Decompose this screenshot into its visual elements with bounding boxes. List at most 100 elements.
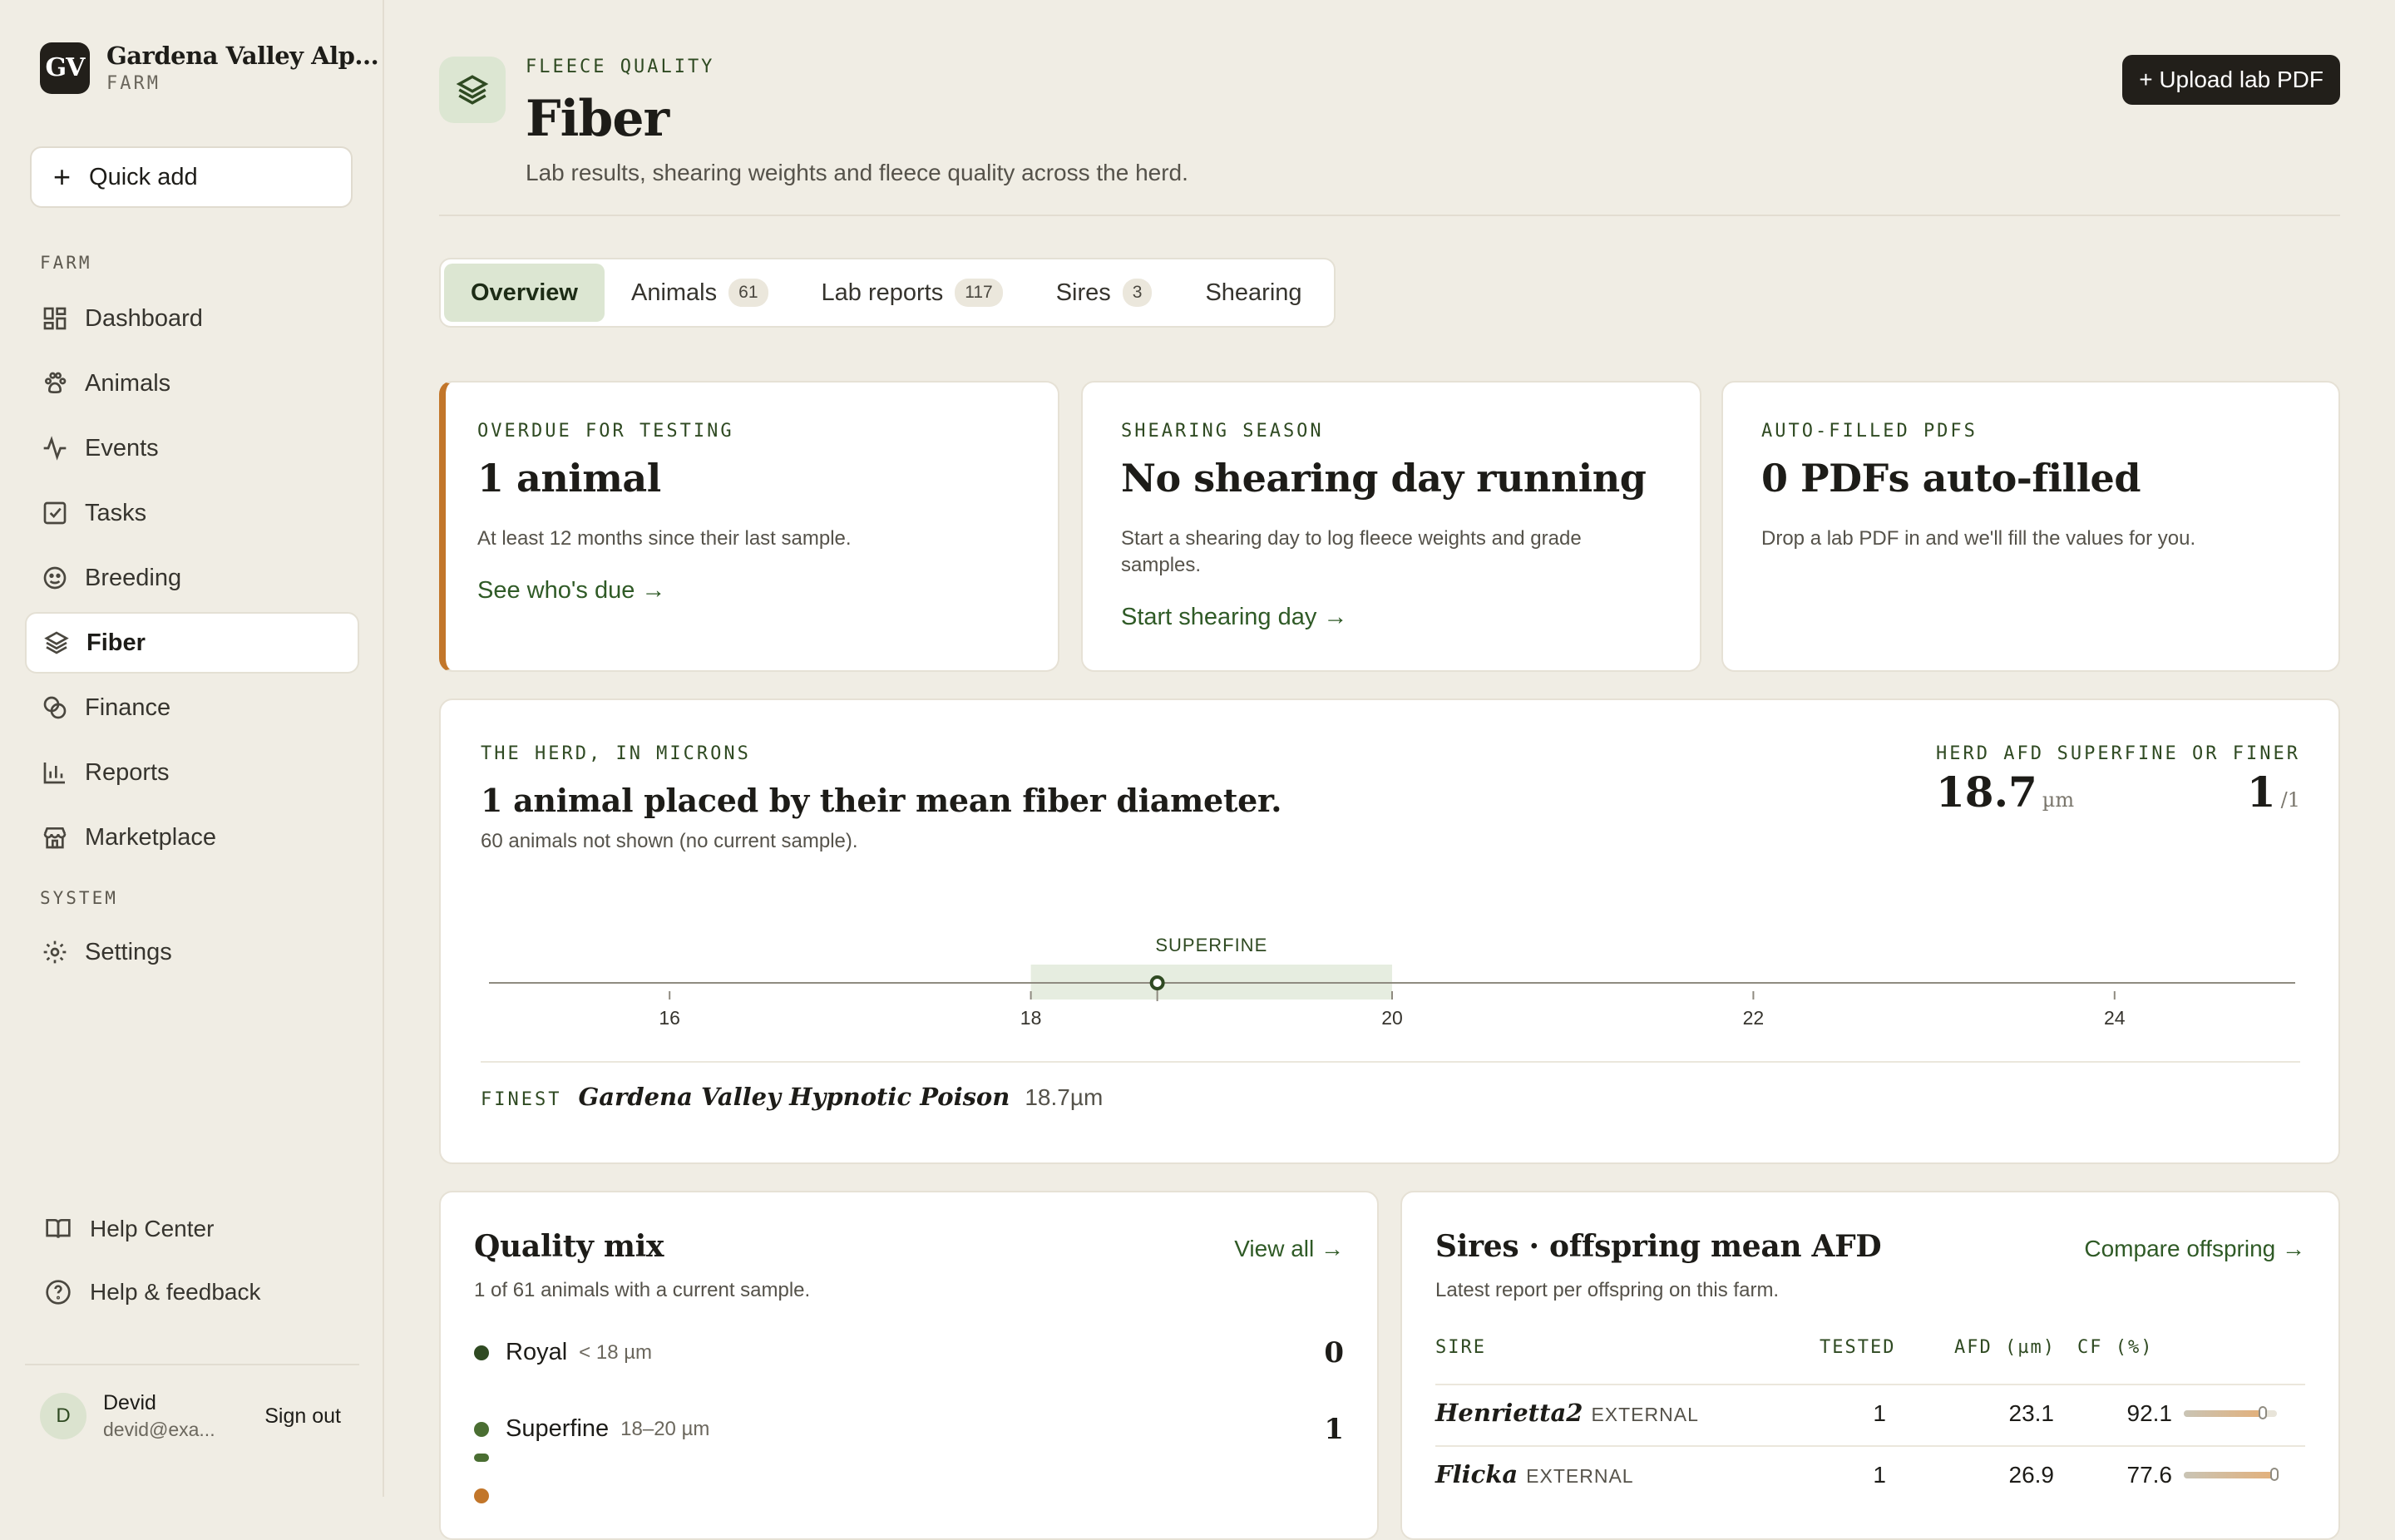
tab-count: 117	[955, 279, 1003, 307]
page-subtitle: Lab results, shearing weights and fleece…	[526, 160, 1188, 185]
card-eyebrow: AUTO-FILLED PDFS	[1761, 421, 1978, 442]
upload-lab-pdf-button[interactable]: + Upload lab PDF	[2122, 55, 2340, 105]
sire-name-text: Flicka	[1435, 1460, 1518, 1488]
sidebar-item-tasks[interactable]: Tasks	[25, 482, 359, 544]
card-title: 1 animal	[477, 456, 661, 501]
sidebar-item-fiber[interactable]: Fiber	[25, 612, 359, 674]
herd-divider	[481, 1061, 2300, 1063]
sidebar-item-marketplace[interactable]: Marketplace	[25, 807, 359, 868]
herd-subtitle: 60 animals not shown (no current sample)…	[481, 830, 858, 852]
herd-afd-value: 18.7	[1936, 768, 2037, 817]
dashboard-icon	[40, 304, 70, 333]
card-description: Drop a lab PDF in and we'll fill the val…	[1761, 527, 2196, 550]
main-content: FLEECE QUALITY Fiber Lab results, sheari…	[439, 0, 2340, 1540]
help-center-label: Help Center	[90, 1216, 215, 1241]
sidebar: GV Gardena Valley Alp... FARM + Quick ad…	[0, 0, 384, 1497]
quality-name: Superfine	[506, 1415, 610, 1442]
tab-count: 61	[728, 279, 768, 307]
cf-cell: 77.6	[2126, 1462, 2173, 1488]
stat-label: SUPERFINE OR FINER	[2057, 743, 2300, 764]
column-header-afd: AFD (µm)	[1954, 1337, 2056, 1358]
herd-micron-card: THE HERD, IN MICRONS 1 animal placed by …	[439, 698, 2340, 1164]
see-whos-due-link[interactable]: See who's due →	[477, 577, 665, 605]
nav-section-farm: FARM	[40, 253, 92, 273]
sidebar-item-label: Reports	[85, 758, 170, 786]
page-eyebrow: FLEECE QUALITY	[526, 57, 715, 77]
book-icon	[46, 1219, 71, 1238]
cf-marker-icon	[2269, 1468, 2279, 1481]
quick-add-button[interactable]: + Quick add	[30, 146, 353, 208]
finest-label: FINEST	[481, 1089, 562, 1110]
store-icon	[40, 822, 70, 852]
sires-subtitle: Latest report per offspring on this farm…	[1435, 1279, 1780, 1301]
sidebar-item-label: Marketplace	[85, 823, 216, 851]
tab-label: Shearing	[1205, 279, 1302, 306]
sire-tag: EXTERNAL	[1526, 1465, 1634, 1487]
stat-label: HERD AFD	[1936, 743, 2044, 764]
brand[interactable]: GV Gardena Valley Alp... FARM	[40, 42, 379, 94]
tab-overview[interactable]: Overview	[444, 264, 605, 322]
sidebar-item-label: Tasks	[85, 499, 147, 526]
compare-offspring-link[interactable]: Compare offspring →	[2084, 1236, 2305, 1262]
animal-point	[1149, 975, 1165, 990]
tab-sires[interactable]: Sires 3	[1030, 264, 1179, 322]
start-shearing-day-link[interactable]: Start shearing day →	[1121, 604, 1347, 631]
table-row[interactable]: Henrietta2 EXTERNAL 1 23.1 92.1	[1435, 1384, 2305, 1447]
activity-icon	[40, 433, 70, 463]
sidebar-item-reports[interactable]: Reports	[25, 742, 359, 803]
table-row[interactable]: Flicka EXTERNAL 1 26.9 77.6	[1435, 1445, 2305, 1508]
nav-section-system: SYSTEM	[40, 888, 118, 908]
farm-label: FARM	[106, 73, 160, 94]
sire-name[interactable]: Henrietta2 EXTERNAL	[1435, 1399, 1699, 1427]
card-title: No shearing day running	[1121, 456, 1647, 501]
tab-label: Overview	[471, 279, 578, 306]
tick-label: 20	[1381, 1007, 1403, 1029]
user-name: Devid	[103, 1391, 156, 1414]
help-center-link[interactable]: Help Center	[45, 1216, 214, 1242]
column-header-tested: TESTED	[1820, 1337, 1896, 1358]
sidebar-item-breeding[interactable]: Breeding	[25, 547, 359, 609]
fine-dot-icon	[474, 1488, 489, 1503]
sidebar-item-label: Events	[85, 434, 159, 462]
sidebar-item-events[interactable]: Events	[25, 417, 359, 479]
quality-mix-subtitle: 1 of 61 animals with a current sample.	[474, 1279, 811, 1301]
tab-animals[interactable]: Animals 61	[605, 264, 795, 322]
user-email: devid@exa...	[103, 1419, 215, 1440]
layers-icon	[439, 57, 506, 123]
tick-label: 24	[2104, 1007, 2126, 1029]
cf-bar-fill	[2184, 1410, 2264, 1417]
sires-card: Sires · offspring mean AFD Latest report…	[1400, 1191, 2340, 1540]
sidebar-item-finance[interactable]: Finance	[25, 677, 359, 738]
shearing-card: SHEARING SEASON No shearing day running …	[1081, 381, 1701, 672]
sign-out-button[interactable]: Sign out	[264, 1404, 341, 1429]
finest-animal-link[interactable]: Gardena Valley Hypnotic Poison	[578, 1083, 1010, 1111]
superfine-bar	[474, 1454, 489, 1462]
tab-label: Animals	[630, 279, 718, 306]
afd-cell: 26.9	[2008, 1462, 2055, 1488]
bar-chart-icon	[40, 758, 70, 787]
cf-bar-fill	[2184, 1472, 2274, 1478]
tab-label: Lab reports	[821, 279, 944, 306]
afd-cell: 23.1	[2008, 1400, 2055, 1426]
finest-animal: FINEST Gardena Valley Hypnotic Poison 18…	[481, 1083, 1103, 1111]
tab-count: 3	[1122, 279, 1153, 307]
quality-row-superfine[interactable]: Superfine 18–20 µm 1	[474, 1413, 1344, 1446]
help-feedback-link[interactable]: Help & feedback	[45, 1279, 260, 1306]
coins-icon	[40, 693, 70, 723]
quality-name: Royal	[506, 1339, 568, 1365]
plus-icon: +	[53, 160, 72, 194]
sire-name[interactable]: Flicka EXTERNAL	[1435, 1460, 1634, 1488]
tab-shearing[interactable]: Shearing	[1178, 264, 1328, 322]
autofill-card: AUTO-FILLED PDFS 0 PDFs auto-filled Drop…	[1721, 381, 2340, 672]
checkbox-icon	[40, 498, 70, 528]
cf-bar	[2184, 1468, 2279, 1481]
sire-name-text: Henrietta2	[1435, 1399, 1583, 1427]
view-all-link[interactable]: View all →	[1234, 1236, 1344, 1262]
quality-row-royal[interactable]: Royal < 18 µm 0	[474, 1336, 1344, 1370]
card-eyebrow: SHEARING SEASON	[1121, 421, 1324, 442]
tab-lab-reports[interactable]: Lab reports 117	[795, 264, 1030, 322]
sidebar-item-animals[interactable]: Animals	[25, 353, 359, 414]
sidebar-item-settings[interactable]: Settings	[25, 921, 359, 983]
card-eyebrow: OVERDUE FOR TESTING	[477, 421, 734, 442]
sidebar-item-dashboard[interactable]: Dashboard	[25, 288, 359, 349]
